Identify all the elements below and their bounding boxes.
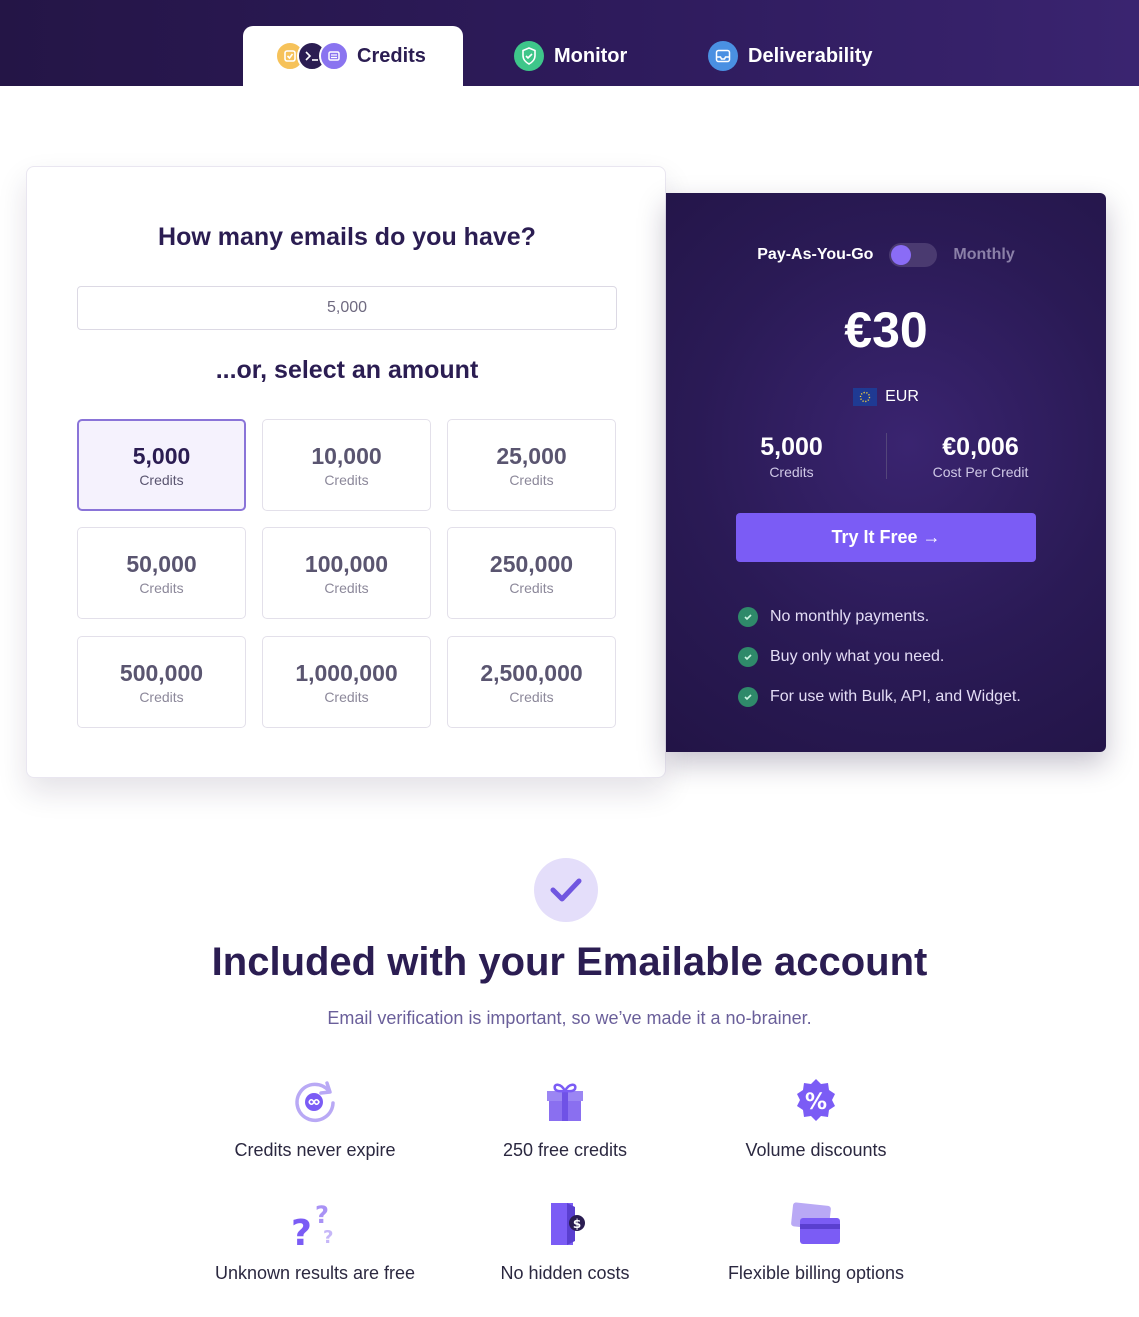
feature-text: Buy only what you need. xyxy=(770,648,945,665)
feature-text: For use with Bulk, API, and Widget. xyxy=(770,688,1021,705)
amount-option-value: 500,000 xyxy=(119,659,204,686)
amount-option-label: Credits xyxy=(509,471,554,488)
monthly-label[interactable]: Monthly xyxy=(953,246,1014,264)
amount-option-value: 25,000 xyxy=(496,442,567,469)
amount-option-label: Credits xyxy=(139,471,184,488)
benefit-label: Unknown results are free xyxy=(214,1263,416,1283)
amount-option-100000[interactable]: 100,000 Credits xyxy=(262,527,431,619)
benefit-no-hidden-costs: $ No hidden costs xyxy=(435,1199,695,1284)
price-amount: €30 xyxy=(844,302,928,358)
feature-item: Buy only what you need. xyxy=(738,637,1021,677)
amount-option-value: 100,000 xyxy=(304,550,389,577)
svg-text:$: $ xyxy=(573,1217,581,1231)
check-circle-icon xyxy=(738,607,758,627)
tab-monitor[interactable]: Monitor xyxy=(514,26,654,86)
pricing-features-list: No monthly payments. Buy only what you n… xyxy=(738,597,1021,717)
amount-option-25000[interactable]: 25,000 Credits xyxy=(447,419,616,511)
pay-as-you-go-label[interactable]: Pay-As-You-Go xyxy=(757,246,873,264)
credits-stat-value: 5,000 xyxy=(760,433,823,461)
email-count-input[interactable] xyxy=(77,286,617,330)
currency-selector[interactable]: EUR xyxy=(666,388,1106,406)
cost-per-credit-stat: €0,006 Cost Per Credit xyxy=(891,433,1071,480)
tab-credits[interactable]: Credits xyxy=(243,26,463,86)
benefit-label: 250 free credits xyxy=(502,1140,628,1160)
feature-item: No monthly payments. xyxy=(738,597,1021,637)
amount-option-value: 250,000 xyxy=(489,550,574,577)
benefit-label: Volume discounts xyxy=(745,1140,887,1160)
svg-text:?: ? xyxy=(315,1201,329,1229)
benefit-unknown-results-free: ??? Unknown results are free xyxy=(185,1199,445,1284)
cost-stat-label: Cost Per Credit xyxy=(932,464,1029,480)
amount-option-label: Credits xyxy=(139,688,184,705)
amount-option-2500000[interactable]: 2,500,000 Credits xyxy=(447,636,616,728)
credits-stat: 5,000 Credits xyxy=(702,433,882,480)
benefit-flexible-billing: Flexible billing options xyxy=(686,1199,946,1284)
tab-deliverability-label: Deliverability xyxy=(748,44,873,67)
svg-text:%: % xyxy=(805,1090,827,1115)
credits-icon-stack xyxy=(275,40,351,72)
amount-option-250000[interactable]: 250,000 Credits xyxy=(447,527,616,619)
amount-option-value: 1,000,000 xyxy=(295,659,398,686)
percent-badge-icon: % xyxy=(686,1076,946,1126)
amount-option-value: 5,000 xyxy=(132,442,191,469)
toggle-knob xyxy=(891,245,912,265)
amount-option-50000[interactable]: 50,000 Credits xyxy=(77,527,246,619)
inbox-icon xyxy=(708,41,738,71)
check-circle-icon xyxy=(738,687,758,707)
price-stats: 5,000 Credits €0,006 Cost Per Credit xyxy=(666,433,1106,480)
check-circle-icon xyxy=(738,647,758,667)
credits-stat-label: Credits xyxy=(769,464,814,480)
amount-option-1000000[interactable]: 1,000,000 Credits xyxy=(262,636,431,728)
widget-icon xyxy=(319,41,349,71)
benefit-free-credits: 250 free credits xyxy=(435,1076,695,1161)
big-check-icon xyxy=(534,858,598,922)
email-count-title: How many emails do you have? xyxy=(158,223,536,251)
billing-toggle-row: Pay-As-You-Go Monthly xyxy=(666,243,1106,267)
amount-option-label: Credits xyxy=(324,688,369,705)
billing-toggle-switch[interactable] xyxy=(889,243,938,267)
email-count-card: How many emails do you have? ...or, sele… xyxy=(26,166,666,778)
amount-option-label: Credits xyxy=(324,471,369,488)
svg-text:?: ? xyxy=(291,1213,312,1249)
stats-divider xyxy=(885,433,887,479)
amount-option-label: Credits xyxy=(324,579,369,596)
amount-option-label: Credits xyxy=(139,579,184,596)
amount-option-value: 2,500,000 xyxy=(480,659,583,686)
tab-monitor-label: Monitor xyxy=(554,44,628,67)
tab-deliverability[interactable]: Deliverability xyxy=(708,26,908,86)
included-title: Included with your Emailable account xyxy=(211,940,928,984)
question-marks-icon: ??? xyxy=(185,1199,445,1249)
amount-option-value: 50,000 xyxy=(126,550,197,577)
select-amount-title: ...or, select an amount xyxy=(215,356,479,384)
eu-flag-icon xyxy=(853,388,878,406)
infinity-refresh-icon xyxy=(185,1076,445,1126)
benefit-credits-never-expire: Credits never expire xyxy=(185,1076,445,1161)
benefit-volume-discounts: % Volume discounts xyxy=(686,1076,946,1161)
feature-text: No monthly payments. xyxy=(770,608,930,625)
benefit-label: No hidden costs xyxy=(500,1263,630,1283)
pricing-summary-card: Pay-As-You-Go Monthly €30 EUR 5,000 Cred… xyxy=(666,193,1106,752)
amount-option-label: Credits xyxy=(509,579,554,596)
amount-option-10000[interactable]: 10,000 Credits xyxy=(262,419,431,511)
credit-cards-icon xyxy=(686,1199,946,1249)
try-it-free-button[interactable]: Try It Free → xyxy=(736,513,1036,562)
benefit-label: Credits never expire xyxy=(234,1140,396,1160)
svg-text:?: ? xyxy=(323,1227,333,1248)
amount-option-5000[interactable]: 5,000 Credits xyxy=(77,419,246,511)
door-dollar-icon: $ xyxy=(435,1199,695,1249)
feature-item: For use with Bulk, API, and Widget. xyxy=(738,677,1021,717)
cost-stat-value: €0,006 xyxy=(942,433,1019,461)
gift-icon xyxy=(435,1076,695,1126)
amount-option-500000[interactable]: 500,000 Credits xyxy=(77,636,246,728)
included-subtitle: Email verification is important, so we’v… xyxy=(327,1008,812,1028)
amount-option-label: Credits xyxy=(509,688,554,705)
amount-option-value: 10,000 xyxy=(311,442,382,469)
tab-credits-label: Credits xyxy=(357,44,426,67)
benefit-label: Flexible billing options xyxy=(727,1263,905,1283)
currency-label: EUR xyxy=(885,388,919,405)
shield-check-icon xyxy=(514,41,544,71)
